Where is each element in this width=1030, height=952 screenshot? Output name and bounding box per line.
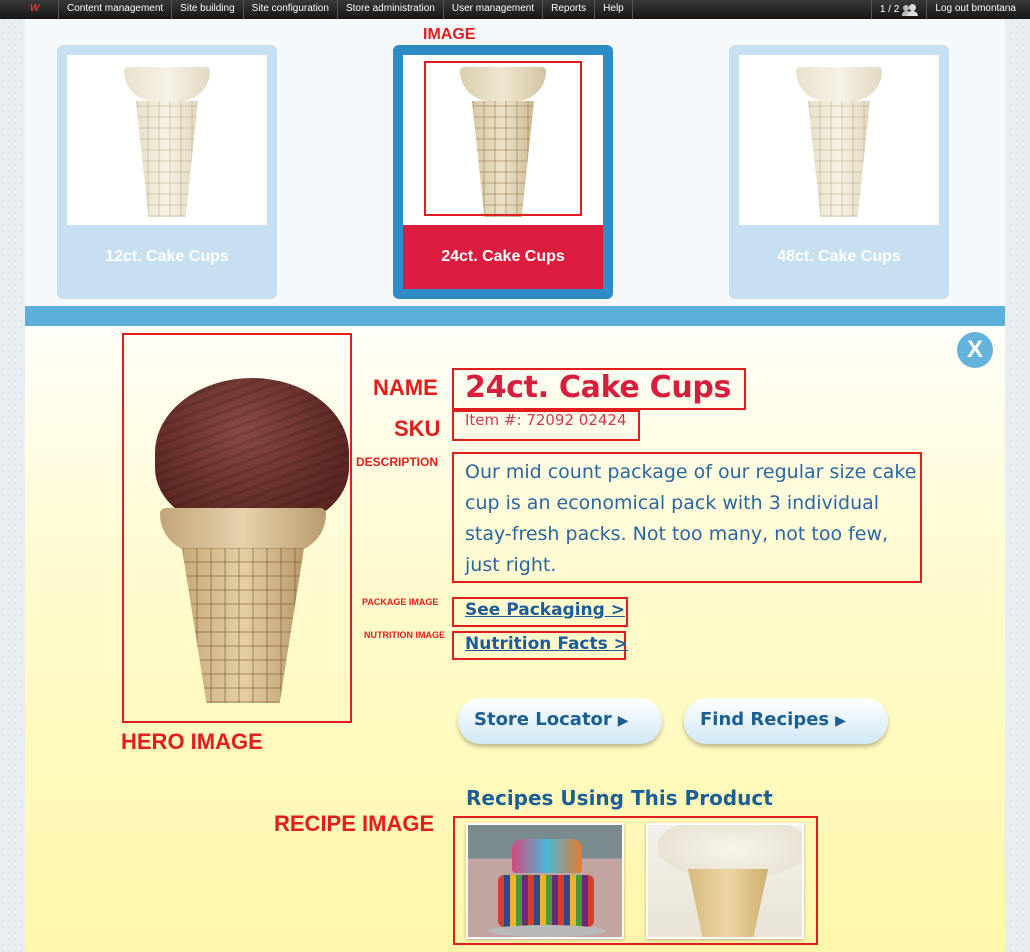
product-card-12ct[interactable]: 12ct. Cake Cups (57, 45, 277, 299)
annotation-recipe-image-label: RECIPE IMAGE (274, 811, 435, 836)
admin-menu: Content management Site building Site co… (58, 0, 633, 19)
product-card-label: 12ct. Cake Cups (105, 248, 229, 265)
detail-header-band (25, 306, 1005, 326)
logout-link[interactable]: Log out bmontana (926, 0, 1030, 19)
product-sku: Item #: 72092 02424 (465, 411, 627, 429)
store-locator-label: Store Locator (474, 709, 612, 730)
site-logo-icon[interactable]: W (30, 2, 50, 16)
cake-cone-image (794, 61, 884, 219)
annotation-hero-box (122, 333, 352, 723)
users-icon (902, 3, 919, 16)
recipe-image-cone[interactable] (646, 823, 804, 939)
admin-toolbar: W Content management Site building Site … (0, 0, 1030, 19)
recipes-heading: Recipes Using This Product (466, 786, 773, 810)
see-packaging-link[interactable]: See Packaging > (465, 600, 625, 620)
nutrition-facts-link[interactable]: Nutrition Facts > (465, 634, 628, 654)
online-users[interactable]: 1 / 2 (870, 0, 926, 19)
product-card-48ct[interactable]: 48ct. Cake Cups (729, 45, 949, 299)
menu-user-management[interactable]: User management (442, 0, 542, 19)
store-locator-button[interactable]: Store Locator ▶ (458, 698, 662, 744)
product-description: Our mid count package of our regular siz… (465, 461, 917, 576)
menu-help[interactable]: Help (594, 0, 633, 19)
play-arrow-icon: ▶ (617, 713, 629, 729)
product-thumbnail (67, 55, 267, 225)
annotation-name-label: NAME (373, 375, 438, 400)
menu-store-administration[interactable]: Store administration (336, 0, 443, 19)
annotation-description-label: DESCRIPTION (356, 455, 439, 469)
find-recipes-label: Find Recipes (700, 709, 830, 730)
close-button[interactable]: X (957, 332, 993, 368)
product-thumbnail (739, 55, 939, 225)
menu-content-management[interactable]: Content management (58, 0, 171, 19)
admin-right: 1 / 2 Log out bmontana (870, 0, 1030, 19)
annotation-package-image-label: PACKAGE IMAGE (362, 597, 439, 607)
annotation-hero-image-label: HERO IMAGE (121, 729, 263, 754)
menu-reports[interactable]: Reports (542, 0, 594, 19)
menu-site-configuration[interactable]: Site configuration (242, 0, 337, 19)
recipe-image-cake[interactable] (466, 823, 624, 939)
annotation-image-label: IMAGE (423, 26, 476, 43)
find-recipes-button[interactable]: Find Recipes ▶ (684, 698, 888, 744)
online-users-count: 1 / 2 (879, 3, 900, 15)
product-card-label: 24ct. Cake Cups (403, 225, 603, 289)
annotation-nutrition-image-label: NUTRITION IMAGE (364, 630, 445, 640)
play-arrow-icon: ▶ (835, 713, 846, 729)
annotation-image-box (424, 61, 582, 216)
annotation-sku-label: SKU (394, 416, 441, 441)
product-name: 24ct. Cake Cups (465, 370, 732, 405)
menu-site-building[interactable]: Site building (171, 0, 242, 19)
cake-cone-image (122, 61, 212, 219)
product-card-label: 48ct. Cake Cups (777, 248, 901, 265)
